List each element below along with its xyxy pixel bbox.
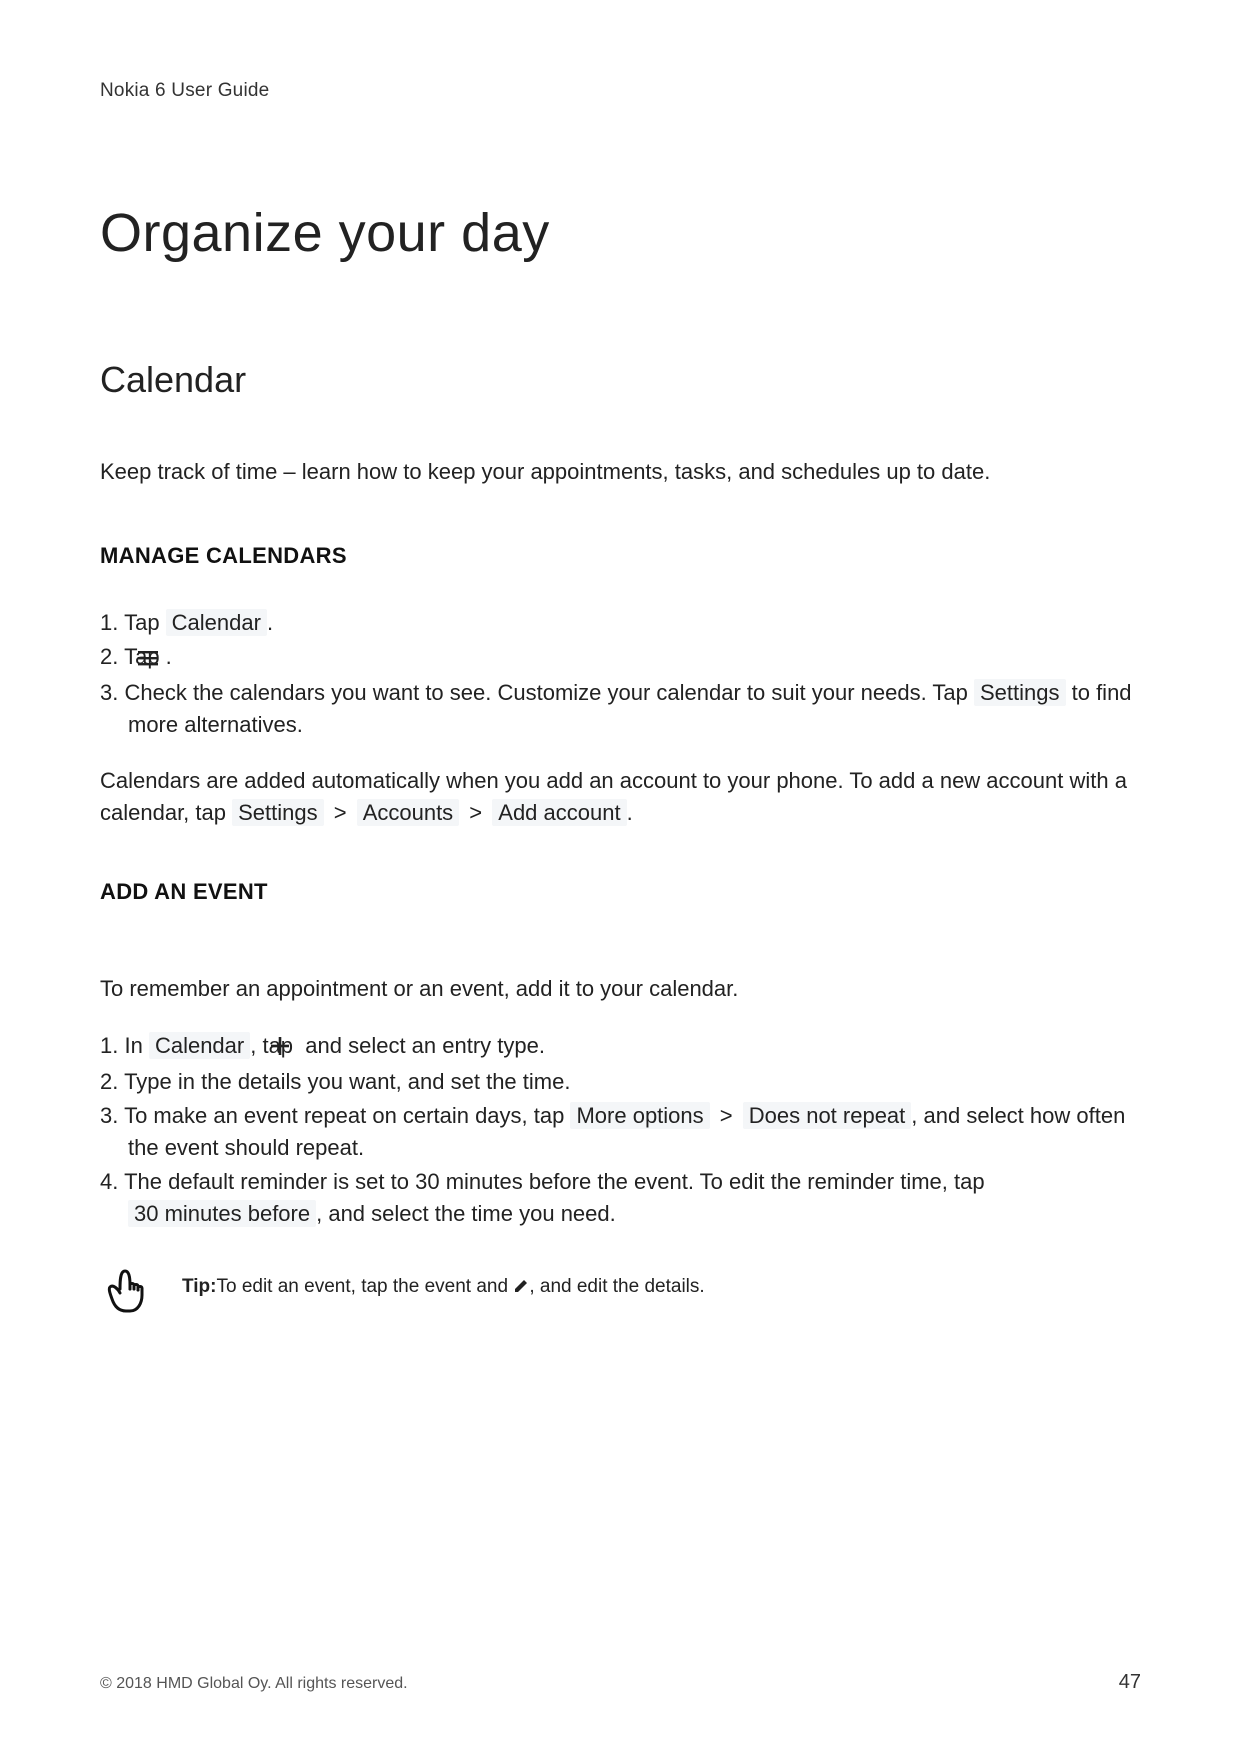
ui-label-settings: Settings: [232, 799, 324, 826]
step-text: , and select the time you need.: [316, 1201, 616, 1226]
ui-label-settings: Settings: [974, 679, 1066, 706]
manage-calendars-steps: Tap Calendar. Tap . Check the calendars …: [100, 607, 1141, 741]
step-text: The default reminder is set to 30 minute…: [124, 1169, 985, 1194]
ui-label-does-not-repeat: Does not repeat: [743, 1102, 912, 1129]
tip-label: Tip:: [182, 1276, 216, 1297]
running-header: Nokia 6 User Guide: [100, 80, 1141, 102]
add-event-steps: In Calendar, tap and select an entry typ…: [100, 1030, 1141, 1229]
manage-calendars-paragraph: Calendars are added automatically when y…: [100, 765, 1130, 829]
page-footer: © 2018 HMD Global Oy. All rights reserve…: [100, 1671, 1141, 1694]
step-2: Type in the details you want, and set th…: [100, 1066, 1141, 1098]
subsection-add-event: ADD AN EVENT: [100, 879, 1141, 905]
breadcrumb-separator: >: [459, 800, 492, 825]
step-text: Check the calendars you want to see. Cus…: [124, 680, 974, 705]
breadcrumb-separator: >: [710, 1103, 743, 1128]
step-1: Tap Calendar.: [100, 607, 1141, 639]
section-intro: Keep track of time – learn how to keep y…: [100, 456, 1100, 488]
breadcrumb-separator: >: [324, 800, 357, 825]
ui-label-30-minutes-before: 30 minutes before: [128, 1200, 316, 1227]
tip-block: Tip:To edit an event, tap the event and …: [100, 1259, 1141, 1317]
pencil-icon: [513, 1276, 529, 1303]
ui-label-calendar: Calendar: [149, 1032, 250, 1059]
tip-text-part: To edit an event, tap the event and: [216, 1276, 513, 1297]
step-text: Type in the details you want, and set th…: [124, 1069, 570, 1094]
ui-label-more-options: More options: [570, 1102, 709, 1129]
document-page: Nokia 6 User Guide Organize your day Cal…: [0, 0, 1241, 1754]
page-number: 47: [1119, 1671, 1141, 1694]
copyright-text: © 2018 HMD Global Oy. All rights reserve…: [100, 1675, 408, 1693]
subsection-manage-calendars: MANAGE CALENDARS: [100, 543, 1141, 569]
section-title-calendar: Calendar: [100, 359, 1141, 401]
tip-text-part: , and edit the details.: [529, 1276, 704, 1297]
tip-text: Tip:To edit an event, tap the event and …: [182, 1274, 705, 1303]
add-event-intro: To remember an appointment or an event, …: [100, 973, 1130, 1005]
step-text: and select an entry type.: [299, 1033, 545, 1058]
step-text: .: [166, 644, 172, 669]
ui-label-add-account: Add account: [492, 799, 626, 826]
step-text: Tap: [124, 610, 166, 635]
step-3: Check the calendars you want to see. Cus…: [100, 677, 1141, 741]
step-text: To make an event repeat on certain days,…: [124, 1103, 570, 1128]
step-2: Tap .: [100, 641, 1141, 675]
step-3: To make an event repeat on certain days,…: [100, 1100, 1141, 1164]
para-text: .: [627, 800, 633, 825]
page-title: Organize your day: [100, 202, 1141, 264]
ui-label-accounts: Accounts: [357, 799, 460, 826]
step-4: The default reminder is set to 30 minute…: [100, 1166, 1141, 1230]
ui-label-calendar: Calendar: [166, 609, 267, 636]
step-text: .: [267, 610, 273, 635]
step-text: In: [124, 1033, 148, 1058]
step-1: In Calendar, tap and select an entry typ…: [100, 1030, 1141, 1064]
tip-pointer-icon: [100, 1259, 158, 1317]
